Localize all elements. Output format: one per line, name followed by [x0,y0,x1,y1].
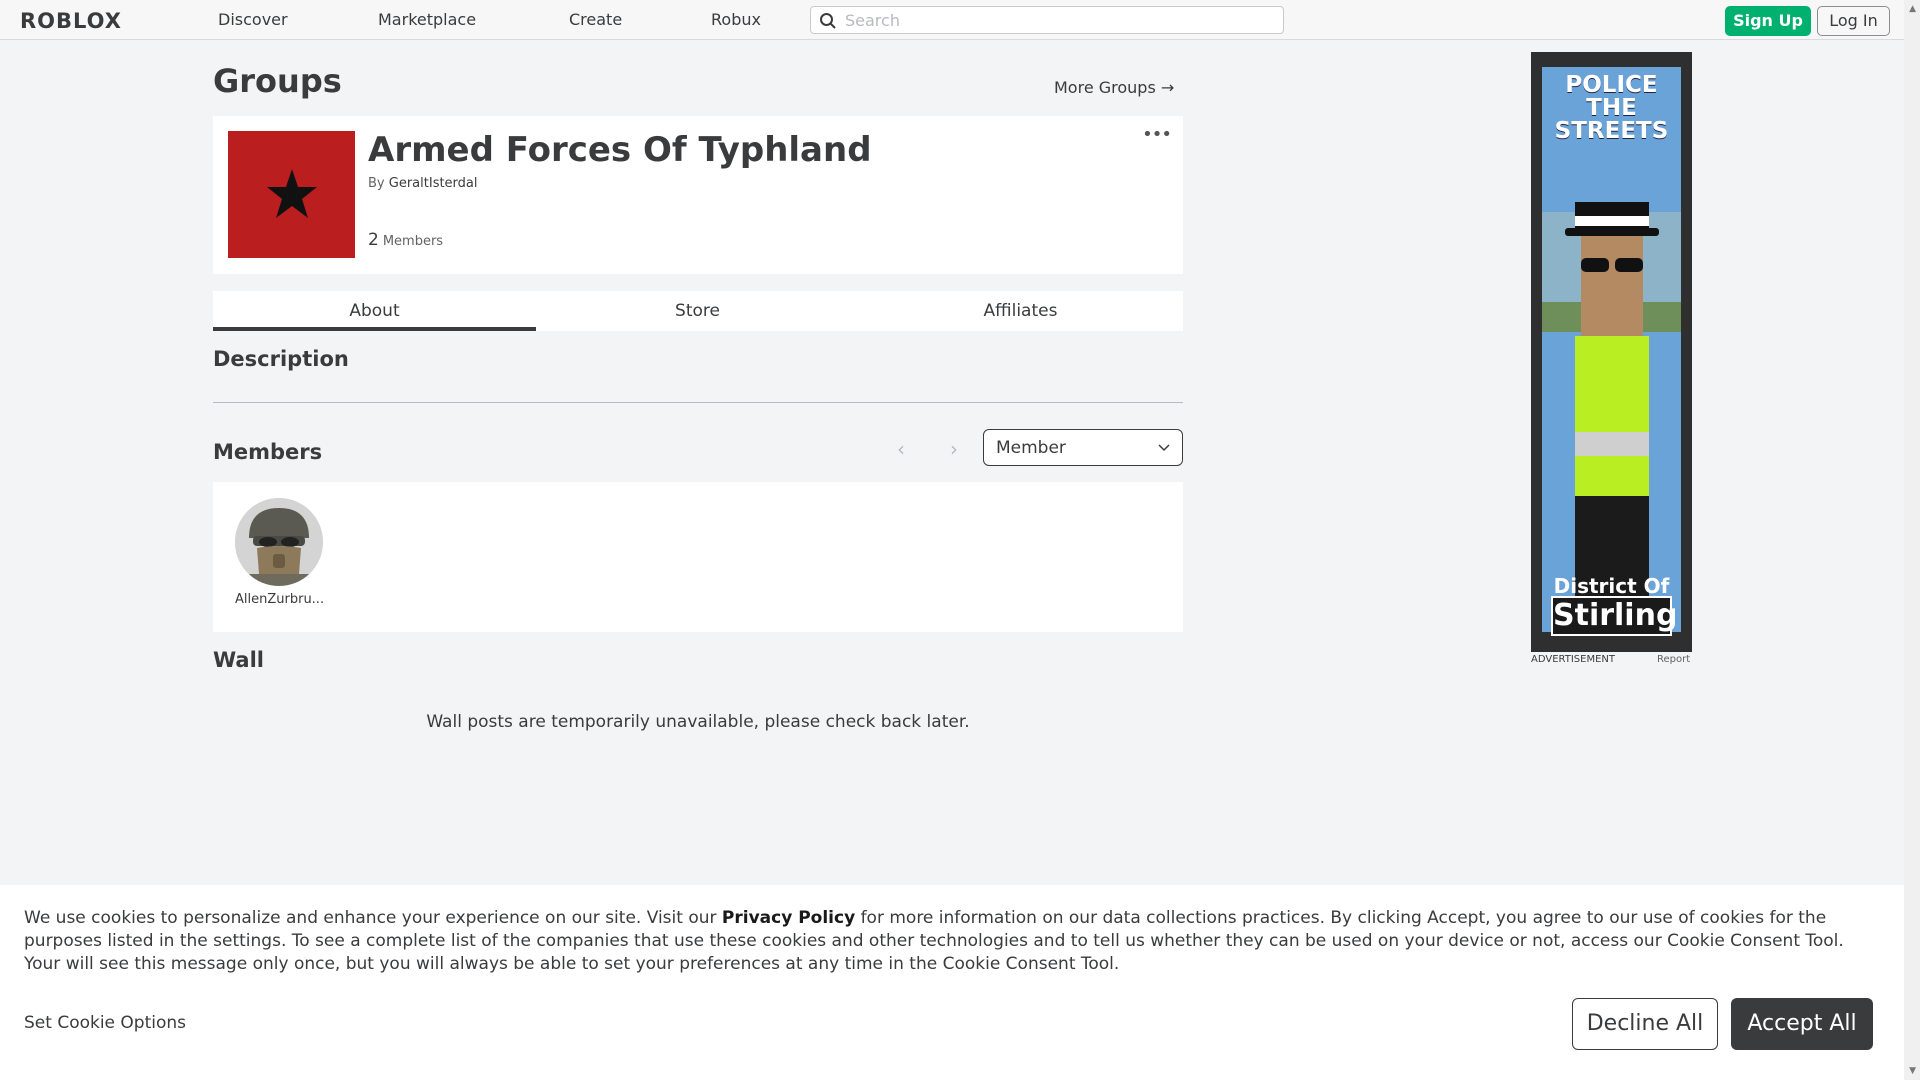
signup-button[interactable]: Sign Up [1725,6,1811,36]
nav-robux[interactable]: Robux [711,10,761,29]
search-icon [820,13,836,29]
search-input[interactable] [845,10,1275,30]
login-button[interactable]: Log In [1817,6,1890,36]
accept-all-button[interactable]: Accept All [1731,998,1873,1050]
nav-marketplace[interactable]: Marketplace [378,10,476,29]
by-label: By [368,176,385,191]
wall-heading: Wall [213,648,264,672]
group-owner: By GeraltIsterdal [368,176,478,191]
star-icon [267,169,317,218]
owner-link[interactable]: GeraltIsterdal [389,176,478,191]
member-count: 2 Members [368,230,443,250]
ad-footer-line1: District Of [1553,574,1670,598]
role-filter-value: Member [996,438,1066,458]
description-heading: Description [213,347,349,371]
advertisement[interactable]: POLICE THE STREETS District Of Stirling [1531,52,1692,652]
ad-footer-line2: Stirling [1551,596,1677,636]
description-divider [213,402,1183,403]
decline-all-button[interactable]: Decline All [1572,998,1718,1050]
chevron-left-icon[interactable]: ‹ [897,437,905,461]
more-options-icon[interactable]: ••• [1142,124,1172,145]
ad-label: ADVERTISEMENT [1531,654,1616,665]
scrollbar[interactable]: ▲ ▼ [1904,0,1920,1080]
members-heading: Members [213,440,323,464]
page-title: Groups [213,62,342,100]
role-filter-dropdown[interactable]: Member [983,429,1183,466]
member-count-number: 2 [368,230,379,250]
cookie-text-before: We use cookies to personalize and enhanc… [24,908,722,928]
group-header-card: Armed Forces Of Typhland By GeraltIsterd… [213,116,1183,274]
nav-discover[interactable]: Discover [218,10,288,29]
tab-store[interactable]: Store [536,291,859,331]
nav-create[interactable]: Create [569,10,622,29]
more-groups-link[interactable]: More Groups → [1054,78,1174,97]
group-tabs: About Store Affiliates [213,291,1183,331]
group-name: Armed Forces Of Typhland [368,130,872,170]
scroll-down-icon[interactable]: ▼ [1909,1066,1916,1076]
avatar[interactable] [235,498,323,586]
members-list: AllenZurbru... [213,482,1183,632]
set-cookie-options-link[interactable]: Set Cookie Options [24,1013,186,1033]
privacy-policy-link[interactable]: Privacy Policy [722,908,855,928]
tab-affiliates[interactable]: Affiliates [859,291,1182,331]
search-box[interactable] [810,6,1284,34]
member-card[interactable]: AllenZurbru... [235,498,324,607]
cookie-banner: We use cookies to personalize and enhanc… [0,885,1904,1080]
scroll-up-icon[interactable]: ▲ [1909,4,1916,14]
member-count-label: Members [382,234,444,249]
wall-unavailable-message: Wall posts are temporarily unavailable, … [426,712,970,732]
group-emblem [228,131,355,258]
top-nav: ROBLOX Discover Marketplace Create Robux… [0,0,1904,40]
chevron-down-icon [1158,444,1170,452]
chevron-right-icon[interactable]: › [950,437,958,461]
ad-report-link[interactable]: Report [1657,654,1690,665]
roblox-logo[interactable]: ROBLOX [20,9,122,33]
member-name[interactable]: AllenZurbru... [235,592,324,607]
soldier-avatar-icon [235,498,323,586]
ad-headline: POLICE THE STREETS [1554,72,1669,144]
tab-about[interactable]: About [213,291,536,331]
cookie-message: We use cookies to personalize and enhanc… [24,907,1884,976]
